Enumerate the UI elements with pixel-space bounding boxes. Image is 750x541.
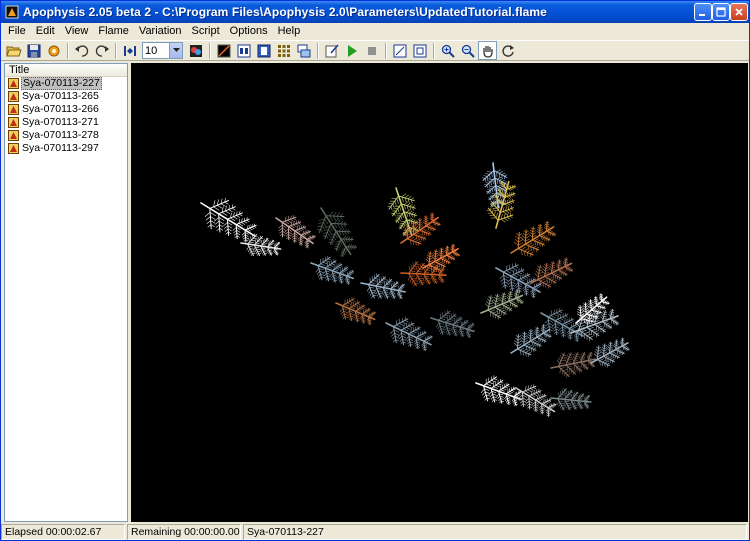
flame-file-icon bbox=[8, 91, 19, 102]
flame-file-icon bbox=[8, 130, 19, 141]
toolbar-separator bbox=[115, 42, 117, 59]
undo-button[interactable] bbox=[72, 41, 91, 60]
apophysis-icon bbox=[5, 5, 19, 19]
title-bar[interactable]: Apophysis 2.05 beta 2 - C:\Program Files… bbox=[1, 1, 749, 23]
app-window: Apophysis 2.05 beta 2 - C:\Program Files… bbox=[0, 0, 750, 541]
zoom-in-button[interactable] bbox=[438, 41, 457, 60]
menu-options[interactable]: Options bbox=[225, 23, 273, 40]
rotate-button[interactable] bbox=[498, 41, 517, 60]
menu-file[interactable]: File bbox=[3, 23, 31, 40]
gradient-icon bbox=[257, 44, 270, 57]
grid-icon bbox=[277, 44, 290, 57]
play-icon bbox=[347, 44, 357, 57]
redo-button[interactable] bbox=[92, 41, 111, 60]
window-title: Apophysis 2.05 beta 2 - C:\Program Files… bbox=[23, 5, 547, 19]
flame-preview-canvas[interactable] bbox=[131, 63, 748, 522]
list-item[interactable]: Sya-070113-271 bbox=[5, 116, 127, 129]
menu-script[interactable]: Script bbox=[187, 23, 225, 40]
undo-icon bbox=[74, 44, 88, 57]
toolbar-separator bbox=[317, 42, 319, 59]
flame-file-icon bbox=[8, 117, 19, 128]
list-item-label: Sya-070113-297 bbox=[22, 142, 99, 154]
list-item[interactable]: Sya-070113-278 bbox=[5, 129, 127, 142]
close-icon bbox=[735, 8, 743, 16]
chevron-down-icon bbox=[172, 48, 180, 52]
render-button[interactable] bbox=[44, 41, 63, 60]
palette-icon bbox=[189, 44, 202, 57]
fullscreen-button[interactable] bbox=[120, 41, 139, 60]
list-item[interactable]: Sya-070113-227 bbox=[5, 77, 127, 90]
minimize-icon bbox=[699, 14, 705, 16]
list-items: Sya-070113-227 Sya-070113-265 Sya-070113… bbox=[5, 77, 127, 155]
open-button[interactable] bbox=[4, 41, 23, 60]
fit-button[interactable] bbox=[410, 41, 429, 60]
fit-icon bbox=[413, 44, 426, 57]
toolbar-separator bbox=[67, 42, 69, 59]
zoom-out-icon bbox=[461, 44, 475, 58]
script-editor-button[interactable] bbox=[322, 41, 341, 60]
status-remaining: Remaining 00:00:00.00 bbox=[127, 524, 241, 540]
script-icon bbox=[325, 43, 339, 57]
select-mode-button[interactable] bbox=[390, 41, 409, 60]
list-item[interactable]: Sya-070113-265 bbox=[5, 90, 127, 103]
dropdown-arrow-button[interactable] bbox=[169, 42, 183, 59]
save-icon bbox=[27, 44, 40, 57]
zoom-out-button[interactable] bbox=[458, 41, 477, 60]
run-script-button[interactable] bbox=[342, 41, 361, 60]
menu-flame[interactable]: Flame bbox=[93, 23, 134, 40]
list-item-label: Sya-070113-271 bbox=[22, 116, 99, 128]
menu-variation[interactable]: Variation bbox=[134, 23, 187, 40]
menu-bar: File Edit View Flame Variation Script Op… bbox=[1, 23, 749, 40]
select-icon bbox=[393, 44, 406, 57]
close-button[interactable] bbox=[730, 3, 748, 21]
status-bar: Elapsed 00:00:02.67 Remaining 00:00:00.0… bbox=[1, 524, 749, 540]
stop-script-button[interactable] bbox=[362, 41, 381, 60]
flame-file-icon bbox=[8, 104, 19, 115]
gear-icon bbox=[48, 45, 59, 56]
save-button[interactable] bbox=[24, 41, 43, 60]
list-item[interactable]: Sya-070113-297 bbox=[5, 142, 127, 155]
toolbar-separator bbox=[209, 42, 211, 59]
zoom-select[interactable]: 10 bbox=[142, 42, 183, 59]
fractal-render-image bbox=[200, 162, 630, 417]
windows-icon bbox=[297, 44, 310, 57]
mutation-button[interactable] bbox=[186, 41, 205, 60]
maximize-icon bbox=[716, 7, 726, 17]
zoom-in-icon bbox=[441, 44, 455, 58]
flame-file-icon bbox=[8, 78, 19, 89]
adjust-button[interactable] bbox=[234, 41, 253, 60]
pan-button[interactable] bbox=[478, 41, 497, 60]
fullscreen-icon bbox=[123, 45, 136, 56]
toolbar-separator bbox=[433, 42, 435, 59]
list-item-label: Sya-070113-227 bbox=[21, 77, 102, 90]
flame-list[interactable]: Title Sya-070113-227 Sya-070113-265 Sya-… bbox=[4, 63, 128, 522]
windows-button[interactable] bbox=[294, 41, 313, 60]
hand-icon bbox=[482, 45, 493, 58]
menu-help[interactable]: Help bbox=[273, 23, 306, 40]
editor-icon bbox=[217, 44, 230, 57]
zoom-select-value: 10 bbox=[145, 44, 158, 57]
folder-open-icon bbox=[5, 46, 22, 56]
menu-edit[interactable]: Edit bbox=[31, 23, 60, 40]
gradient-button[interactable] bbox=[254, 41, 273, 60]
toolbar: 10 bbox=[1, 40, 749, 61]
flame-file-icon bbox=[8, 143, 19, 154]
maximize-button[interactable] bbox=[712, 3, 730, 21]
rotate-icon bbox=[501, 44, 514, 57]
status-elapsed: Elapsed 00:00:02.67 bbox=[1, 524, 125, 540]
menu-view[interactable]: View bbox=[60, 23, 94, 40]
redo-icon bbox=[95, 44, 109, 57]
stop-icon bbox=[367, 46, 376, 55]
status-flame-name: Sya-070113-227 bbox=[243, 524, 747, 540]
adjust-icon bbox=[237, 44, 250, 57]
list-header-title[interactable]: Title bbox=[5, 64, 127, 77]
editor-button[interactable] bbox=[214, 41, 233, 60]
list-item-label: Sya-070113-278 bbox=[22, 129, 99, 141]
toolbar-separator bbox=[385, 42, 387, 59]
list-item-label: Sya-070113-266 bbox=[22, 103, 99, 115]
list-item-label: Sya-070113-265 bbox=[22, 90, 99, 102]
thumbnails-button[interactable] bbox=[274, 41, 293, 60]
list-item[interactable]: Sya-070113-266 bbox=[5, 103, 127, 116]
minimize-button[interactable] bbox=[694, 3, 712, 21]
